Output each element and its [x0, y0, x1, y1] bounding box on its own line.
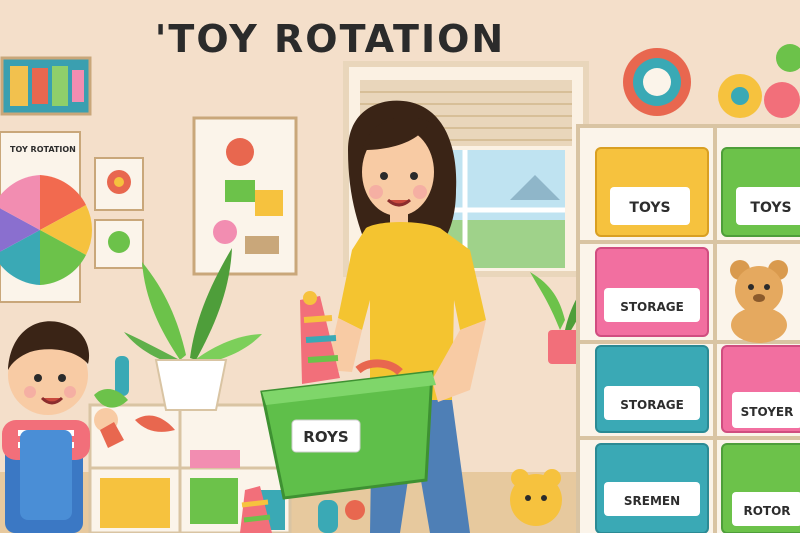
bin-top-left: TOYS — [595, 147, 709, 237]
bin-label-top-left: TOYS — [629, 200, 670, 216]
pie-chart-poster: TOY ROTATION — [0, 131, 93, 303]
bin-label-lower-left: STORAGE — [620, 398, 684, 412]
bin-top-right: TOYS — [721, 147, 800, 237]
bin-lower-left: STORAGE — [595, 345, 709, 433]
basket-label: ROYS — [303, 428, 348, 446]
illustration-scene: 'TOY ROTATION TOY ROTATION ROYS TOYS TOY… — [0, 0, 800, 533]
wall-art-top-left — [0, 56, 92, 116]
bin-bottom-right: ROTOR — [721, 443, 800, 533]
bin-label-bottom-left: SREMEN — [624, 494, 680, 508]
teddy-bear — [730, 260, 788, 343]
bin-label-bottom-right: ROTOR — [743, 504, 790, 518]
bin-label-lower-right: STOYER — [741, 405, 794, 419]
toy-poster — [192, 116, 298, 276]
bin-mid-left: STORAGE — [595, 247, 709, 337]
bin-label-top-right: TOYS — [750, 200, 791, 216]
poster-caption: TOY ROTATION — [10, 145, 76, 154]
scene-svg: 'TOY ROTATION TOY ROTATION ROYS TOYS TOY… — [0, 0, 800, 533]
title-text: 'TOY ROTATION — [155, 17, 505, 61]
bin-lower-right: STOYER — [721, 345, 800, 433]
bin-bottom-left: SREMEN — [595, 443, 709, 533]
bin-label-mid-left: STORAGE — [620, 300, 684, 314]
